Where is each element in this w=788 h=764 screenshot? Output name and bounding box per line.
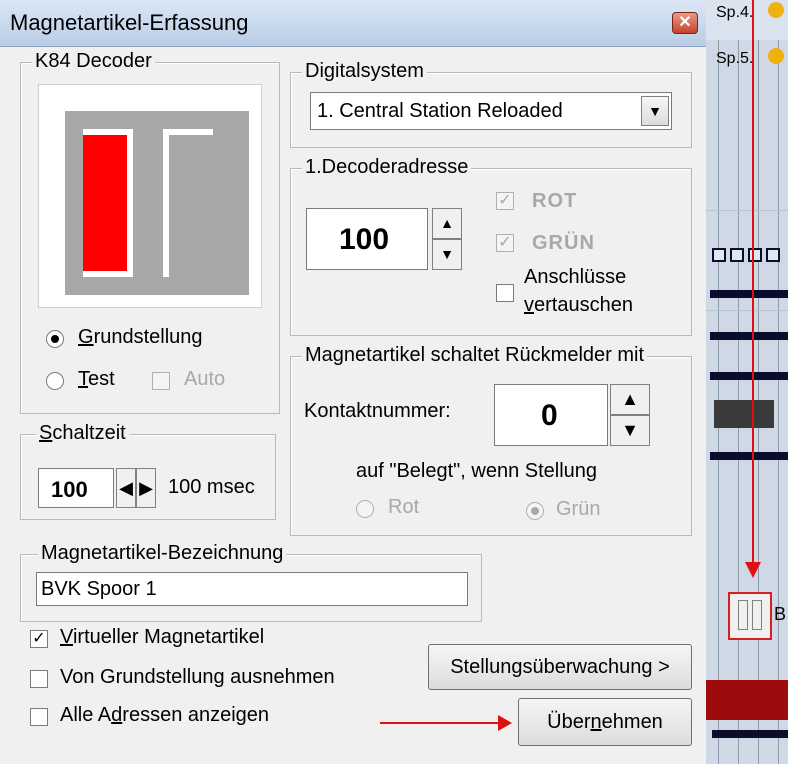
annotation-arrow-head-icon — [745, 562, 761, 578]
radio-rot[interactable] — [356, 500, 374, 518]
arrow-up-icon[interactable]: ▲ — [610, 384, 650, 415]
digitalsystem-value: 1. Central Station Reloaded — [317, 100, 563, 122]
check-virtuell[interactable]: ✓ — [30, 630, 48, 648]
grid-line — [706, 310, 788, 311]
arrow-up-icon[interactable]: ▲ — [432, 208, 462, 239]
signal-lamp-icon — [768, 48, 784, 64]
check-ausnehmen[interactable] — [30, 670, 48, 688]
decoder-group-title: K84 Decoder — [32, 50, 155, 73]
grid-line — [738, 0, 739, 764]
track-cell — [730, 248, 744, 262]
bg-label-sp4: Sp.4. — [716, 4, 754, 21]
track-segment — [710, 332, 788, 340]
radio-test[interactable] — [46, 372, 64, 390]
rueckmelder-title: Magnetartikel schaltet Rückmelder mit — [302, 344, 648, 367]
red-track-band — [706, 680, 788, 720]
condition-text: auf "Belegt", wenn Stellung — [356, 460, 598, 482]
chevron-down-icon[interactable]: ▼ — [641, 96, 669, 126]
bezeichnung-value: BVK Spoor 1 — [41, 578, 157, 600]
track-segment — [710, 372, 788, 380]
decrease-icon[interactable]: ◀ — [116, 468, 136, 508]
bg-label-b: B — [774, 604, 787, 624]
close-button[interactable]: ✕ — [672, 12, 698, 34]
window-title: Magnetartikel-Erfassung — [10, 10, 249, 35]
decoder-preview — [38, 84, 262, 308]
switch-symbol-icon[interactable] — [728, 592, 772, 640]
close-icon: ✕ — [678, 14, 692, 31]
bg-label-sp5: Sp.5. — [716, 50, 754, 67]
radio-grundstellung-label: Grundstellung — [78, 326, 203, 348]
radio-grundstellung[interactable] — [46, 330, 64, 348]
digitalsystem-select[interactable]: 1. Central Station Reloaded ▼ — [310, 92, 672, 130]
grid-line — [706, 210, 788, 211]
schaltzeit-input[interactable]: 100 — [38, 468, 114, 508]
uebernehmen-button[interactable]: Übernehmen — [518, 698, 692, 746]
check-gruen-label: GRÜN — [532, 232, 595, 254]
kontakt-label: Kontaktnummer: — [304, 400, 451, 422]
schaltzeit-display: 100 msec — [168, 476, 255, 498]
track-cell — [712, 248, 726, 262]
kontakt-spinner[interactable]: ▲ ▼ — [610, 384, 650, 446]
increase-icon[interactable]: ▶ — [136, 468, 156, 508]
radio-gruen-label: Grün — [556, 498, 601, 520]
check-swap-label-1: Anschlüsse — [524, 266, 627, 288]
check-swap[interactable] — [496, 284, 514, 302]
radio-rot-label: Rot — [388, 496, 420, 518]
decoderadresse-input[interactable]: 100 — [306, 208, 428, 270]
train-icon — [714, 400, 774, 428]
annotation-arrow — [380, 722, 500, 724]
decoderadresse-value: 100 — [339, 223, 390, 256]
rueckmelder-group — [290, 356, 692, 536]
decoderadresse-spinner[interactable]: ▲ ▼ — [432, 208, 462, 270]
kontakt-input[interactable]: 0 — [494, 384, 608, 446]
check-virtuell-label: Virtueller Magnetartikel — [60, 626, 265, 648]
switch-bar-icon — [752, 600, 762, 630]
kontakt-value: 0 — [541, 399, 558, 432]
schaltzeit-title: Schaltzeit — [36, 422, 129, 445]
switch-bar-icon — [738, 600, 748, 630]
track-segment — [710, 452, 788, 460]
track-segment — [712, 730, 788, 738]
grid-line — [758, 0, 759, 764]
decoder-red-signal — [83, 135, 127, 271]
check-rot[interactable]: ✓ — [496, 192, 514, 210]
arrow-down-icon[interactable]: ▼ — [610, 415, 650, 446]
bezeichnung-title: Magnetartikel-Bezeichnung — [38, 542, 287, 565]
track-cell — [766, 248, 780, 262]
title-bar[interactable]: Magnetartikel-Erfassung ✕ — [0, 0, 706, 47]
signal-lamp-icon — [768, 2, 784, 18]
check-alle-adressen-label: Alle Adressen anzeigen — [60, 704, 270, 726]
track-cell — [748, 248, 762, 262]
check-swap-label-2: vertauschen — [524, 294, 633, 316]
check-auto-label: Auto — [184, 368, 226, 390]
bezeichnung-input[interactable]: BVK Spoor 1 — [36, 572, 468, 606]
annotation-arrow — [752, 0, 754, 566]
schaltzeit-value: 100 — [51, 477, 88, 502]
arrow-down-icon[interactable]: ▼ — [432, 239, 462, 270]
digitalsystem-title: Digitalsystem — [302, 60, 427, 83]
stellungsueberwachung-button[interactable]: Stellungsüberwachung > — [428, 644, 692, 690]
check-rot-label: ROT — [532, 190, 578, 212]
annotation-arrow-head-icon — [498, 715, 512, 731]
check-alle-adressen[interactable] — [30, 708, 48, 726]
check-gruen[interactable]: ✓ — [496, 234, 514, 252]
grid-line — [778, 0, 779, 764]
check-auto[interactable] — [152, 372, 170, 390]
radio-test-label: Test — [78, 368, 115, 390]
grid-line — [718, 0, 719, 764]
check-ausnehmen-label: Von Grundstellung ausnehmen — [60, 666, 335, 688]
radio-gruen[interactable] — [526, 502, 544, 520]
track-segment — [710, 290, 788, 298]
decoder-grey-signal — [169, 135, 213, 277]
decoderadresse-title: 1.Decoderadresse — [302, 156, 472, 179]
